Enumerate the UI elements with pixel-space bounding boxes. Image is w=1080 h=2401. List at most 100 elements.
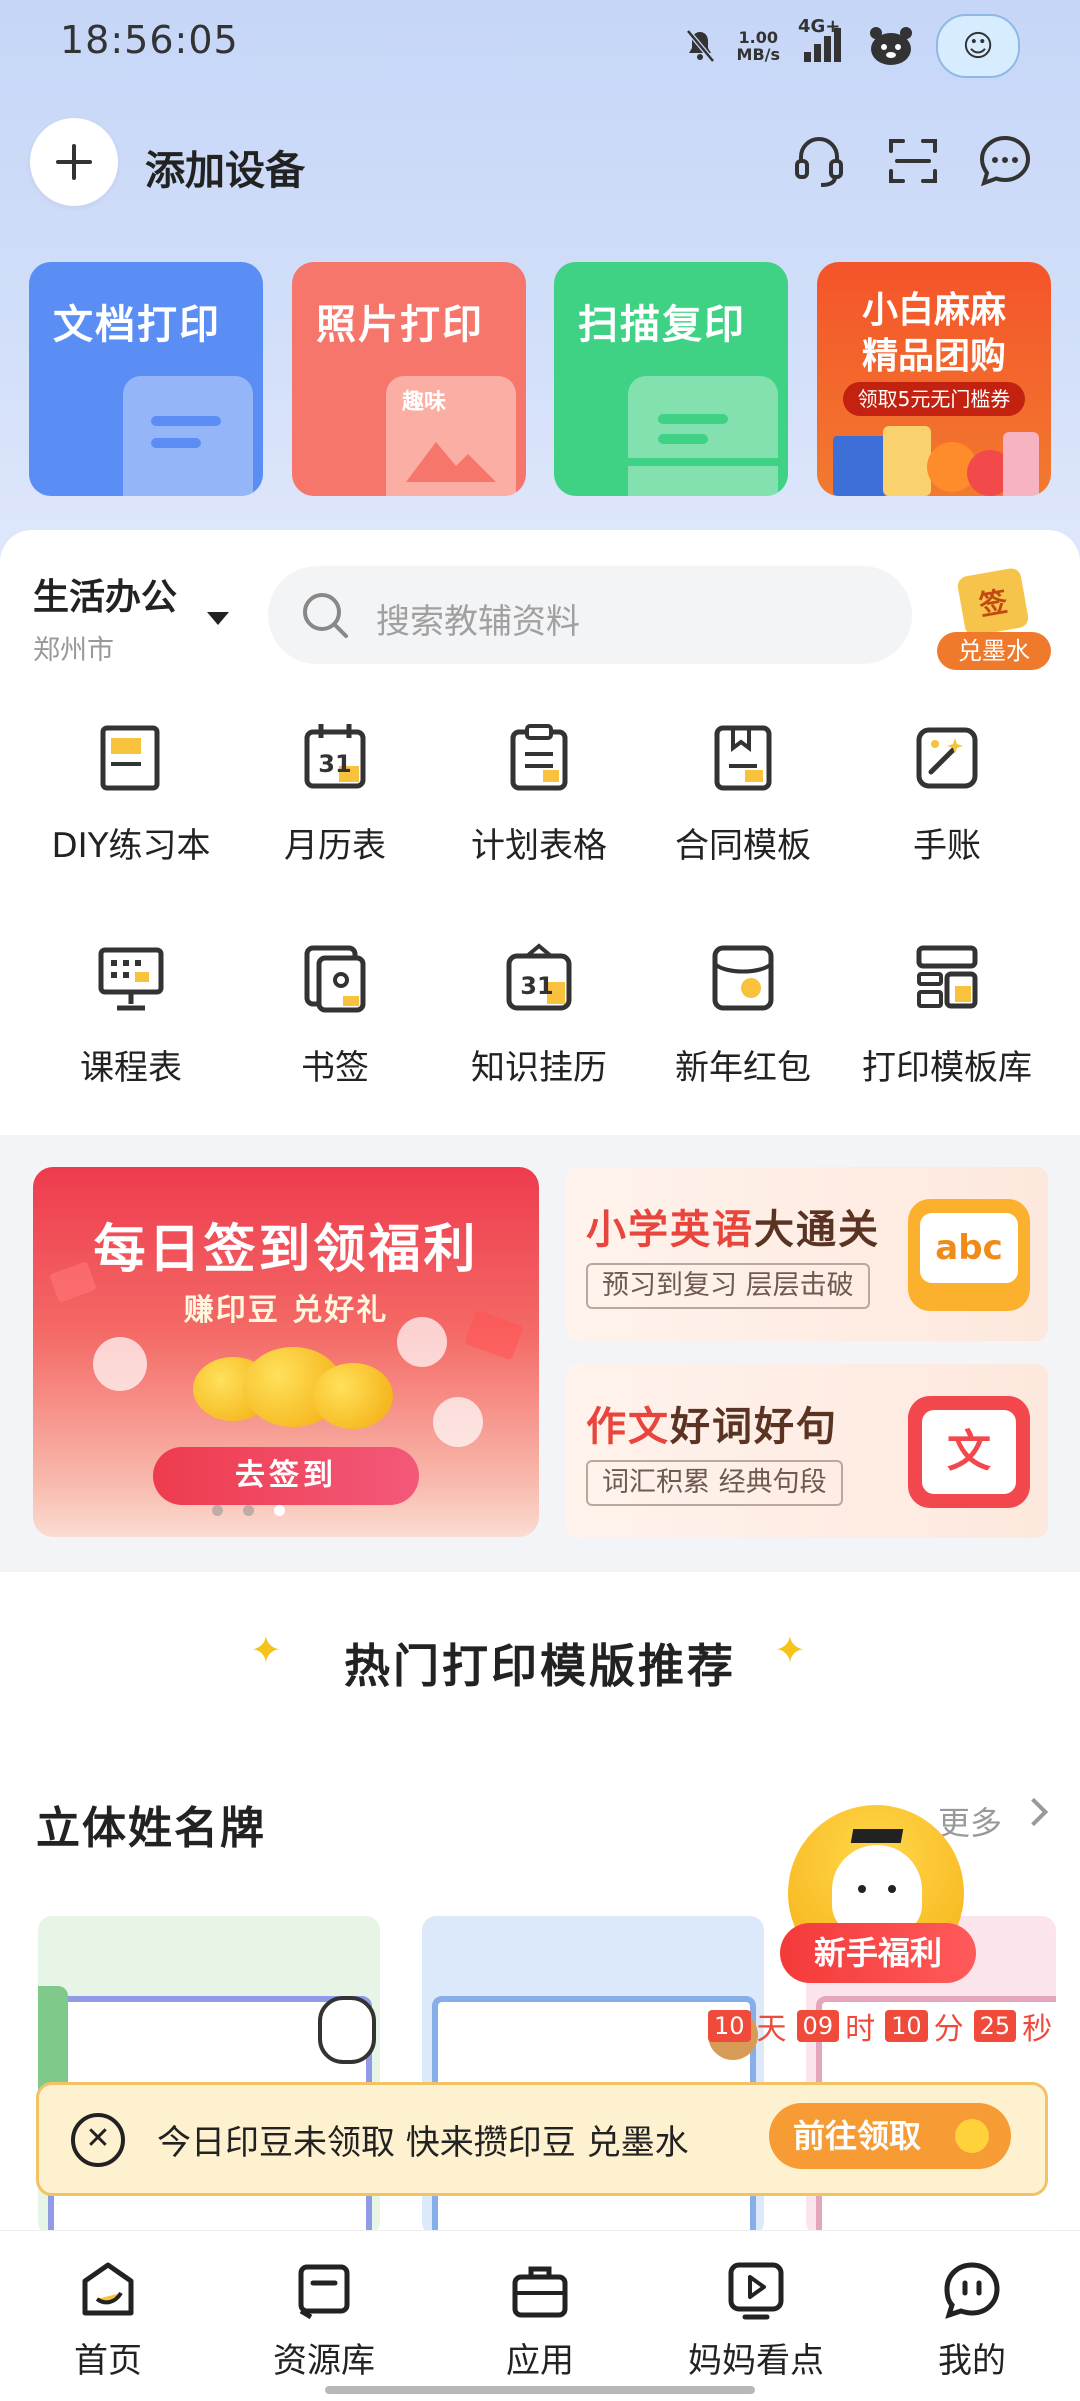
category-label: 生活办公 bbox=[33, 577, 178, 618]
mute-bell-icon bbox=[685, 29, 715, 63]
tab-apps[interactable]: 应用 bbox=[432, 2231, 648, 2401]
scanner-icon bbox=[628, 376, 778, 496]
grid-label: 打印模板库 bbox=[862, 1048, 1032, 1088]
countdown-days-unit: 天 bbox=[756, 2012, 787, 2047]
bean-reminder-toast: ✕ 今日印豆未领取 快来攒印豆 兑墨水 前往领取 bbox=[36, 2082, 1048, 2196]
grid-item-month-calendar[interactable]: 31 月历表 bbox=[233, 720, 437, 867]
title-rest: 大通关 bbox=[754, 1207, 880, 1253]
red-envelope-icon bbox=[707, 942, 779, 1014]
grid-item-knowledge-calendar[interactable]: 31 知识挂历 bbox=[437, 942, 641, 1089]
close-icon[interactable]: ✕ bbox=[71, 2113, 125, 2167]
speed-value: 1.00 bbox=[738, 28, 778, 47]
banner-subtitle: 赚印豆 兑好礼 bbox=[183, 1293, 389, 1328]
signal-indicator: 4G+ bbox=[798, 16, 846, 68]
countdown-days: 10 bbox=[708, 2010, 751, 2042]
carousel-dots bbox=[212, 1505, 285, 1516]
video-play-icon bbox=[725, 2259, 787, 2321]
grid-label: 课程表 bbox=[80, 1048, 182, 1088]
scan-copy-card[interactable]: 扫描复印 bbox=[554, 262, 788, 496]
tab-home[interactable]: 首页 bbox=[0, 2231, 216, 2401]
group-buy-line1: 小白麻麻 bbox=[861, 290, 1006, 331]
tab-library[interactable]: 资源库 bbox=[216, 2231, 432, 2401]
wen-text: 文 bbox=[922, 1410, 1016, 1494]
grid-item-diy-notebook[interactable]: DIY练习本 bbox=[29, 720, 233, 867]
newbie-welfare-button[interactable]: 新手福利 bbox=[780, 1805, 980, 1985]
status-bar: 18:56:05 1.00 MB/s 4G+ ☺ bbox=[0, 0, 1080, 80]
name-card-row-title: 立体姓名牌 bbox=[36, 1803, 266, 1854]
grid-label: 月历表 bbox=[284, 826, 386, 866]
network-speed: 1.00 MB/s bbox=[737, 29, 780, 63]
location-selector[interactable]: 生活办公 郑州市 bbox=[33, 568, 177, 667]
tab-profile[interactable]: 我的 bbox=[864, 2231, 1080, 2401]
group-buy-promo: 领取5元无门槛券 bbox=[843, 382, 1025, 416]
hot-section-title: 热门打印模版推荐 bbox=[344, 1639, 736, 1693]
photo-print-card[interactable]: 照片打印 趣味 bbox=[292, 262, 526, 496]
card-title: 扫描复印 bbox=[578, 302, 746, 348]
city-label: 郑州市 bbox=[33, 635, 114, 666]
go-claim-button[interactable]: 前往领取 bbox=[769, 2103, 1011, 2169]
grid-item-contract-template[interactable]: 合同模板 bbox=[641, 720, 845, 867]
group-buy-card[interactable]: 小白麻麻 精品团购 领取5元无门槛券 bbox=[817, 262, 1051, 496]
grid-item-bookmark[interactable]: 书签 bbox=[233, 942, 437, 1089]
grid-item-journal[interactable]: 手账 bbox=[845, 720, 1049, 867]
notebook-icon bbox=[95, 720, 167, 792]
speed-unit: MB/s bbox=[736, 45, 780, 64]
grid-item-print-template-library[interactable]: 打印模板库 bbox=[845, 942, 1049, 1089]
card-title: 文档打印 bbox=[53, 302, 221, 348]
library-icon bbox=[293, 2259, 355, 2321]
grid-label: 手账 bbox=[913, 826, 981, 866]
add-device-button[interactable] bbox=[30, 118, 118, 206]
scan-icon[interactable] bbox=[884, 132, 942, 190]
tab-mom-insights[interactable]: 妈妈看点 bbox=[648, 2231, 864, 2401]
mascot-icon bbox=[832, 1829, 922, 1935]
countdown-hours: 09 bbox=[796, 2010, 840, 2042]
chick-icon bbox=[955, 2119, 989, 2153]
carousel-dot-active bbox=[274, 1505, 285, 1516]
search-icon bbox=[303, 593, 348, 638]
grid-label: 合同模板 bbox=[675, 826, 811, 866]
bean-icon bbox=[313, 1363, 393, 1429]
photo-icon: 趣味 bbox=[386, 376, 516, 496]
carousel-dot bbox=[243, 1505, 254, 1516]
paw-app-icon bbox=[870, 27, 912, 65]
go-signin-button[interactable]: 去签到 bbox=[153, 1447, 419, 1505]
grid-label: DIY练习本 bbox=[51, 826, 211, 866]
tab-label: 资源库 bbox=[273, 2341, 375, 2381]
status-icons: 1.00 MB/s 4G+ ☺ bbox=[685, 14, 1020, 78]
group-buy-line2: 精品团购 bbox=[861, 336, 1006, 377]
doc-print-card[interactable]: 文档打印 bbox=[29, 262, 263, 496]
countdown-seconds-unit: 秒 bbox=[1022, 2012, 1053, 2047]
card-title: 照片打印 bbox=[316, 302, 484, 348]
search-bar[interactable]: 搜索教辅资料 bbox=[268, 566, 912, 664]
grid-item-new-year-envelope[interactable]: 新年红包 bbox=[641, 942, 845, 1089]
grid-item-plan-table[interactable]: 计划表格 bbox=[437, 720, 641, 867]
headset-support-icon[interactable] bbox=[790, 132, 848, 190]
daily-signin-banner[interactable]: 每日签到领福利 赚印豆 兑好礼 去签到 bbox=[33, 1167, 539, 1537]
countdown-minutes: 10 bbox=[885, 2010, 928, 2042]
english-banner-subtitle: 预习到复习 层层击破 bbox=[586, 1263, 870, 1309]
abc-board-icon: abc bbox=[908, 1199, 1030, 1311]
ink-bubble-icon bbox=[397, 1317, 447, 1367]
caret-down-icon[interactable] bbox=[207, 612, 229, 625]
grid-label: 书签 bbox=[301, 1048, 369, 1088]
search-placeholder: 搜索教辅资料 bbox=[376, 602, 580, 642]
composition-banner-subtitle: 词汇积累 经典句段 bbox=[586, 1460, 843, 1506]
svg-text:31: 31 bbox=[318, 750, 351, 778]
plus-icon bbox=[56, 144, 92, 180]
ink-bubble-icon bbox=[433, 1397, 483, 1447]
home-indicator[interactable] bbox=[325, 2386, 755, 2394]
writing-book-icon: 文 bbox=[908, 1396, 1030, 1508]
add-device-label[interactable]: 添加设备 bbox=[145, 138, 305, 196]
countdown-hours-unit: 时 bbox=[845, 2012, 876, 2047]
message-icon[interactable] bbox=[976, 132, 1034, 190]
countdown-minutes-unit: 分 bbox=[933, 2012, 964, 2047]
title-rest: 好词好句 bbox=[670, 1404, 838, 1450]
template-library-icon bbox=[911, 942, 983, 1014]
title-highlight: 作文 bbox=[586, 1404, 670, 1450]
tab-label: 妈妈看点 bbox=[688, 2341, 824, 2381]
english-banner[interactable]: 小学英语大通关 预习到复习 层层击破 abc bbox=[566, 1167, 1048, 1341]
sign-badge-label: 兑墨水 bbox=[937, 632, 1051, 670]
grid-item-course-schedule[interactable]: 课程表 bbox=[29, 942, 233, 1089]
sign-in-badge[interactable]: 签 兑墨水 bbox=[935, 566, 1053, 670]
composition-banner[interactable]: 作文好词好句 词汇积累 经典句段 文 bbox=[566, 1364, 1048, 1538]
